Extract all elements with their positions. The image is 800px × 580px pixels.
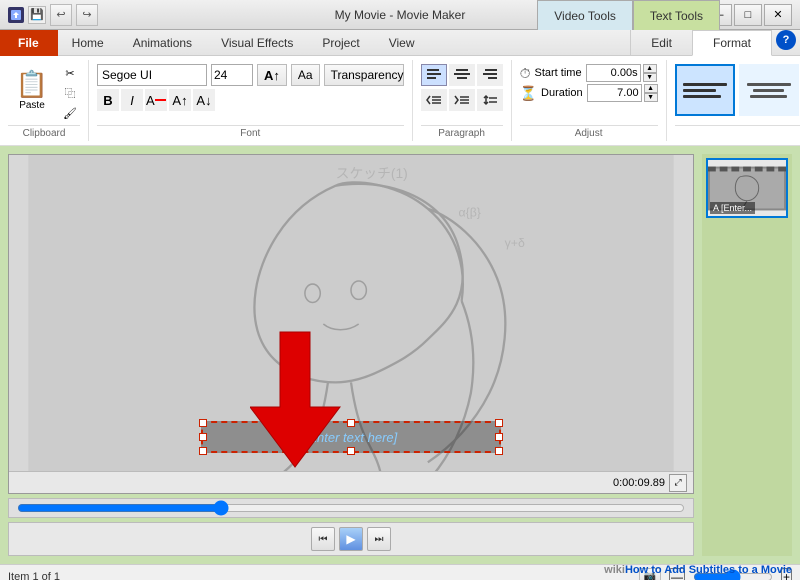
font-size-input[interactable] <box>211 64 253 86</box>
font-grow-btn[interactable]: A↑ <box>257 64 287 86</box>
close-btn[interactable]: ✕ <box>764 4 792 26</box>
window-title: My Movie - Movie Maker <box>335 8 466 22</box>
text-overlay-box[interactable]: [Enter text here] <box>201 421 501 453</box>
text-box-handle <box>347 447 355 455</box>
app-icon <box>8 7 24 23</box>
play-btn[interactable]: ▶ <box>339 527 363 551</box>
redo-btn[interactable]: ↪ <box>76 4 98 26</box>
tab-view[interactable]: View <box>375 30 430 56</box>
help-btn[interactable]: ? <box>776 30 796 50</box>
format-painter-btn[interactable]: 🖌 <box>60 104 80 122</box>
subtab-format[interactable]: Format <box>692 30 772 56</box>
cut-btn[interactable]: ✂ <box>60 64 80 82</box>
title-bar: 💾 ↩ ↪ My Movie - Movie Maker Video Tools… <box>0 0 800 30</box>
italic-btn[interactable]: I <box>121 89 143 111</box>
clipboard-group: 📋 Paste ✂ ⿻ 🖌 Clipboard <box>0 60 89 141</box>
subtab-edit[interactable]: Edit <box>631 30 692 56</box>
rewind-btn[interactable]: ⏮ <box>311 527 335 551</box>
text-tools-tab[interactable]: Text Tools <box>633 0 720 30</box>
video-sketch: スケッチ(1) α{β} γ+δ [Enter te <box>9 155 693 493</box>
tab-animations[interactable]: Animations <box>119 30 207 56</box>
paste-label: Paste <box>19 100 45 111</box>
font-size-dn-btn[interactable]: A↓ <box>193 89 215 111</box>
sidebar-panel: A [Enter... <box>702 154 792 556</box>
line-spacing-btn[interactable] <box>477 89 503 111</box>
watermark-suffix: How to Add Subtitles to a Movie <box>625 564 792 576</box>
duration-icon: ⏳ <box>520 85 537 102</box>
time-display: 0:00:09.89 <box>613 477 665 489</box>
effects-group: ◀◀ ▶▶ <box>667 60 800 141</box>
video-canvas: スケッチ(1) α{β} γ+δ [Enter te <box>8 154 694 494</box>
timeline-scrubber[interactable] <box>17 502 685 514</box>
svg-text:スケッチ(1): スケッチ(1) <box>336 165 408 181</box>
svg-text:γ+δ: γ+δ <box>505 236 525 250</box>
font-color-btn[interactable]: A <box>145 89 167 111</box>
tab-file[interactable]: File <box>0 30 58 56</box>
text-box-handle <box>495 433 503 441</box>
transparency-btn[interactable]: Transparency <box>324 64 404 86</box>
font-name-input[interactable] <box>97 64 207 86</box>
maximize-btn[interactable]: □ <box>734 4 762 26</box>
effect-btn-2[interactable] <box>739 64 799 116</box>
align-center-btn[interactable] <box>449 64 475 86</box>
video-tools-tab[interactable]: Video Tools <box>537 0 633 30</box>
start-time-up-btn[interactable]: ▲ <box>643 64 657 73</box>
thumb-label-1: A [Enter... <box>710 202 755 214</box>
align-right-btn[interactable] <box>477 64 503 86</box>
align-left-btn[interactable] <box>421 64 447 86</box>
start-time-label: Start time <box>535 67 582 79</box>
watermark-prefix: wiki <box>604 564 625 576</box>
text-box-handle <box>199 433 207 441</box>
bold-btn[interactable]: B <box>97 89 119 111</box>
enter-text-placeholder[interactable]: [Enter text here] <box>305 430 398 445</box>
svg-text:α{β}: α{β} <box>459 205 481 219</box>
expand-btn[interactable]: ⤢ <box>669 474 687 492</box>
duration-dn-btn[interactable]: ▼ <box>644 93 658 102</box>
indent-left-btn[interactable] <box>421 89 447 111</box>
tab-home[interactable]: Home <box>58 30 119 56</box>
text-box-handle <box>199 447 207 455</box>
main-content: スケッチ(1) α{β} γ+δ [Enter te <box>0 146 800 564</box>
save-icon[interactable]: 💾 <box>28 6 46 24</box>
text-box-handle <box>495 419 503 427</box>
start-time-dn-btn[interactable]: ▼ <box>643 73 657 82</box>
paragraph-group: Paragraph <box>413 60 512 141</box>
watermark: wikiHow to Add Subtitles to a Movie <box>604 564 792 576</box>
undo-btn[interactable]: ↩ <box>50 4 72 26</box>
copy-btn[interactable]: ⿻ <box>60 84 80 102</box>
start-time-icon: ⏱ <box>520 65 531 82</box>
ribbon-tabs: File Home Animations Visual Effects Proj… <box>0 30 800 56</box>
text-box-handle <box>347 419 355 427</box>
tab-visual-effects[interactable]: Visual Effects <box>207 30 308 56</box>
text-box-handle <box>495 447 503 455</box>
video-area: スケッチ(1) α{β} γ+δ [Enter te <box>8 154 694 556</box>
duration-up-btn[interactable]: ▲ <box>644 84 658 93</box>
paste-btn[interactable]: 📋 Paste <box>8 64 56 124</box>
paste-icon: 📋 <box>16 69 48 100</box>
start-time-input[interactable] <box>586 64 641 82</box>
font-group: A↑ Aa Transparency B I A A↑ A↓ Font <box>89 60 413 141</box>
aa-btn[interactable]: Aa <box>291 64 320 86</box>
font-size-up-btn[interactable]: A↑ <box>169 89 191 111</box>
adjust-group: ⏱ Start time ▲ ▼ ⏳ Duration <box>512 60 667 141</box>
indent-right-btn[interactable] <box>449 89 475 111</box>
effect-btn-1[interactable] <box>675 64 735 116</box>
status-text: Item 1 of 1 <box>8 571 60 580</box>
duration-label: Duration <box>541 87 583 99</box>
thumb-item-1[interactable]: A [Enter... <box>706 158 788 218</box>
duration-input[interactable] <box>587 84 642 102</box>
text-box-handle <box>199 419 207 427</box>
ribbon: 📋 Paste ✂ ⿻ 🖌 Clipboard A↑ Aa Tran <box>0 56 800 146</box>
step-forward-btn[interactable]: ⏭ <box>367 527 391 551</box>
tab-project[interactable]: Project <box>308 30 374 56</box>
